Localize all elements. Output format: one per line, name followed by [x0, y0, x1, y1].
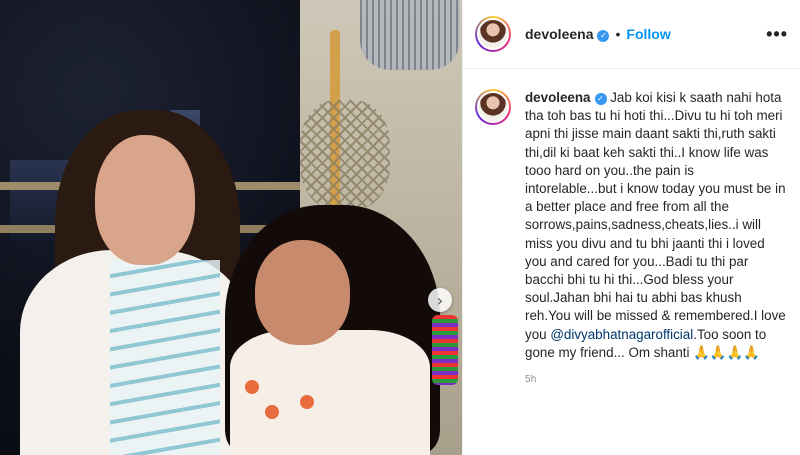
profile-avatar[interactable] — [475, 16, 511, 52]
follow-button[interactable]: Follow — [626, 26, 670, 42]
caption-username[interactable]: devoleena — [525, 90, 591, 105]
outfit-print — [265, 405, 279, 419]
post-header: devoleena ✓ • Follow ••• — [463, 0, 800, 69]
separator-dot: • — [615, 26, 621, 42]
verified-badge-icon: ✓ — [594, 93, 607, 105]
caption-avatar[interactable] — [475, 89, 511, 125]
post-side-panel: devoleena ✓ • Follow ••• devoleena ✓ Jab k… — [462, 0, 800, 455]
avatar-image — [477, 18, 509, 50]
verified-badge-icon: ✓ — [597, 30, 610, 42]
person-left-face — [95, 135, 195, 265]
chevron-right-icon: › — [436, 290, 444, 310]
person-right-outfit — [230, 330, 430, 455]
carousel-next-button[interactable]: › — [428, 288, 452, 312]
post-photo[interactable]: › — [0, 0, 462, 455]
post-timestamp[interactable]: 5h — [525, 374, 800, 385]
caption-text-block: devoleena ✓ Jab koi kisi k saath nahi hot… — [525, 89, 786, 362]
caption-comment: devoleena ✓ Jab koi kisi k saath nahi hot… — [463, 69, 800, 362]
mention-link[interactable]: @divyabhatnagarofficial — [550, 327, 693, 342]
person-left-scarf — [110, 260, 220, 455]
more-options-icon[interactable]: ••• — [766, 24, 788, 45]
username-text[interactable]: devoleena — [525, 26, 593, 42]
bangles — [432, 315, 458, 385]
wall-fan — [360, 0, 460, 70]
hanging-net — [300, 100, 390, 210]
header-username[interactable]: devoleena ✓ — [525, 26, 610, 42]
outfit-print — [300, 395, 314, 409]
person-right-face — [255, 240, 350, 345]
caption-text: Jab koi kisi k saath nahi hota tha toh b… — [525, 90, 786, 342]
avatar-image — [477, 91, 509, 123]
outfit-print — [245, 380, 259, 394]
